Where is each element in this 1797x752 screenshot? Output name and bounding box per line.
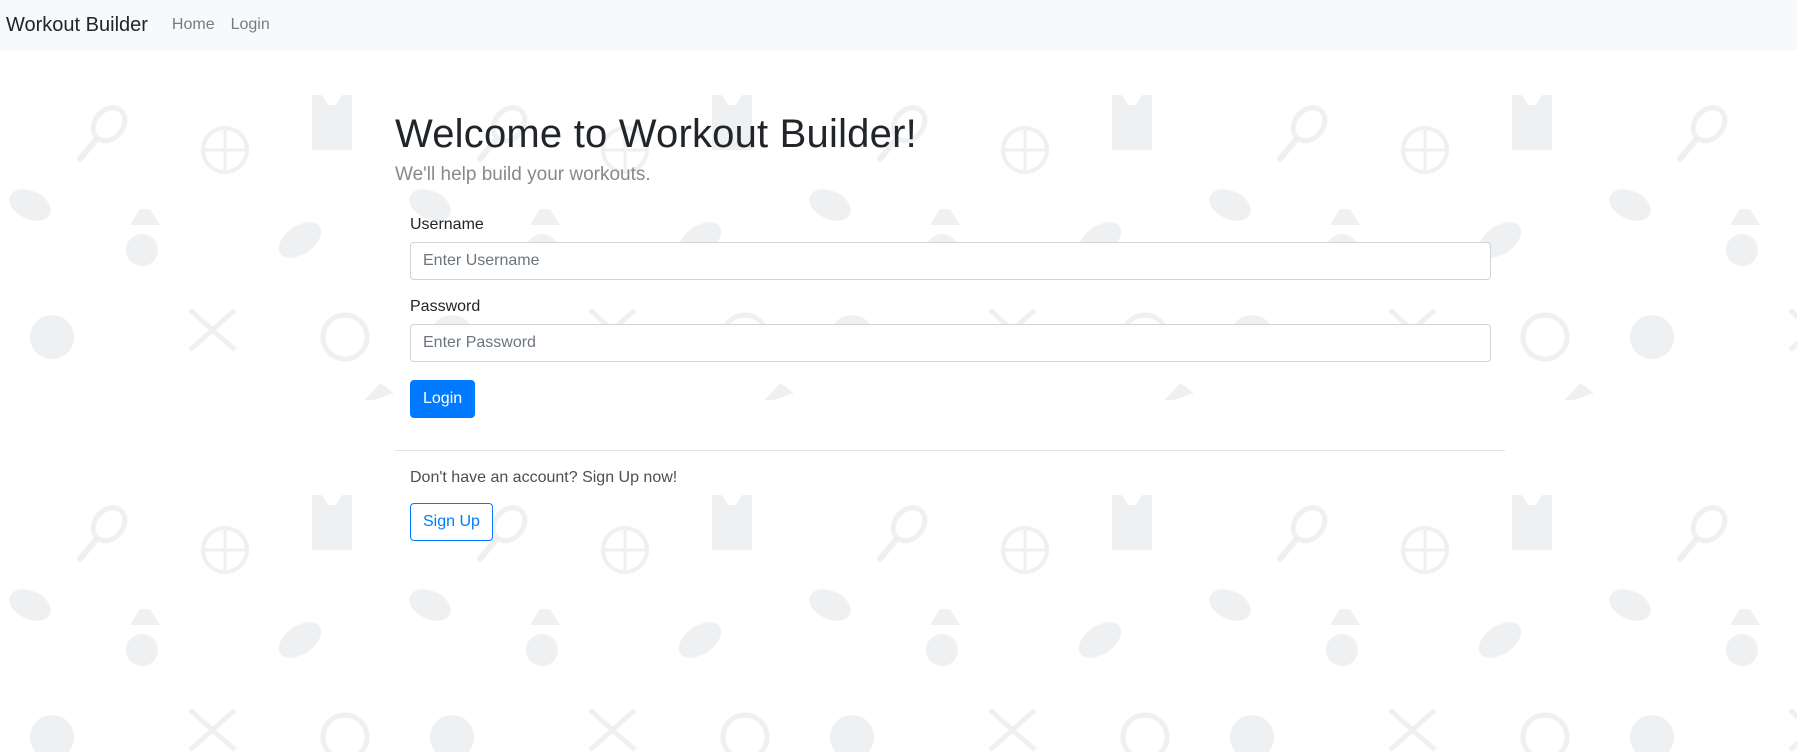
password-input[interactable] bbox=[410, 324, 1491, 362]
top-navbar: Workout Builder Home Login bbox=[0, 0, 1797, 50]
navbar-brand[interactable]: Workout Builder bbox=[6, 14, 148, 37]
login-form: Username Password Login bbox=[410, 216, 1491, 418]
username-label: Username bbox=[410, 216, 484, 233]
signup-button[interactable]: Sign Up bbox=[410, 503, 493, 541]
section-divider bbox=[395, 450, 1505, 451]
page-subtitle: We'll help build your workouts. bbox=[395, 164, 651, 185]
main-container: Welcome to Workout Builder! We'll help b… bbox=[395, 110, 1505, 541]
nav-link-login[interactable]: Login bbox=[231, 16, 270, 34]
signup-prompt: Don't have an account? Sign Up now! bbox=[410, 469, 678, 486]
username-input[interactable] bbox=[410, 242, 1491, 280]
login-button[interactable]: Login bbox=[410, 380, 476, 418]
page-title: Welcome to Workout Builder! bbox=[395, 112, 917, 156]
nav-link-home[interactable]: Home bbox=[172, 16, 215, 34]
signup-section: Don't have an account? Sign Up now! Sign… bbox=[410, 469, 1505, 541]
password-label: Password bbox=[410, 298, 481, 315]
